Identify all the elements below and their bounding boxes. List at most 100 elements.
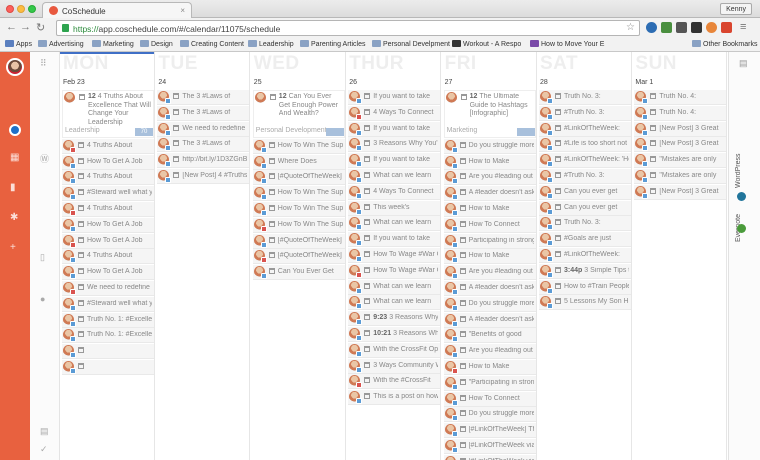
social-message-item[interactable]: Truth No. 3: — [539, 216, 631, 232]
settings-gear-icon[interactable]: ✱ — [10, 212, 18, 223]
social-message-item[interactable]: 4 Ways To Connect — [348, 105, 441, 121]
bookmark-star-icon[interactable]: ☆ — [626, 22, 635, 33]
extension-icon[interactable] — [676, 22, 687, 33]
social-message-item[interactable]: A #leader doesn't ask — [443, 186, 536, 202]
social-message-item[interactable]: If you want to take — [348, 232, 441, 248]
social-message-item[interactable]: How To Wage #War On — [348, 263, 441, 279]
bookmark-apps[interactable]: Apps — [5, 40, 32, 48]
social-message-item[interactable]: How to Make — [443, 249, 536, 265]
social-message-item[interactable]: [New Post] 4 #Truths — [157, 168, 250, 184]
day-column-fri[interactable]: FRI 27 12 The Ultimate Guide to Hashtags [I… — [442, 52, 537, 460]
zoom-window-button[interactable] — [28, 5, 36, 13]
social-message-item[interactable]: #LinkOfTheWeek: — [539, 121, 631, 137]
social-message-item[interactable]: With the CrossFit Open — [348, 342, 441, 358]
day-column-sat[interactable]: SAT 28 Truth No. 3: #Truth No. 3: #LinkOfThe… — [537, 52, 632, 460]
comment-icon[interactable]: ● — [40, 294, 45, 304]
social-message-item[interactable]: #Goals are just — [539, 232, 631, 248]
close-window-button[interactable] — [6, 5, 14, 13]
social-message-item[interactable]: How To Connect — [443, 391, 536, 407]
social-message-item[interactable]: How To Win The Super — [252, 186, 345, 202]
social-message-item[interactable]: How To Win The Super — [252, 138, 345, 154]
calendar-icon[interactable]: ▦ — [10, 152, 19, 163]
evernote-extension-icon[interactable] — [661, 22, 672, 33]
day-column-tue[interactable]: TUE 24 The 3 #Laws of The 3 #Laws of We need… — [155, 52, 251, 460]
social-message-item[interactable]: How to Make — [443, 154, 536, 170]
bookmark-personal-development[interactable]: Personal Develpment — [372, 40, 450, 48]
social-message-item[interactable]: How To Wage #War On — [348, 247, 441, 263]
social-message-item[interactable]: 3 Ways Community Will — [348, 358, 441, 374]
social-message-item[interactable]: A #leader doesn't ask — [443, 312, 536, 328]
social-message-item[interactable]: What can we learn — [348, 295, 441, 311]
social-message-item[interactable]: #Truth No. 3: — [539, 105, 631, 121]
social-message-item[interactable]: Truth No. 3: — [539, 90, 631, 105]
social-message-item[interactable]: Truth No. 1: #Excellence — [62, 312, 154, 328]
user-avatar[interactable] — [6, 58, 24, 76]
social-message-item[interactable]: How To Get A Job — [62, 265, 154, 281]
address-bar[interactable]: https://app.coschedule.com/#/calendar/11… — [56, 20, 640, 36]
social-message-item[interactable]: #Steward well what you — [62, 296, 154, 312]
social-message-item[interactable]: This is a post on how — [348, 390, 441, 406]
social-message-item[interactable]: #LinkOfTheWeek: — [539, 247, 631, 263]
social-message-item[interactable]: What can we learn — [348, 279, 441, 295]
social-message-item[interactable]: How To Win The Super — [252, 217, 345, 233]
social-message-item[interactable]: Are you #leading out of — [443, 265, 536, 281]
social-message-item[interactable]: http://bit.ly/1D3ZGnB — [157, 153, 250, 169]
social-message-item[interactable]: If you want to take — [348, 153, 441, 169]
social-message-item[interactable]: 10:21 3 Reasons Why — [348, 326, 441, 342]
social-message-item[interactable]: What can we learn — [348, 168, 441, 184]
bookmark-design[interactable]: Design — [140, 40, 173, 48]
social-message-item[interactable]: How To Get A Job — [62, 217, 154, 233]
forward-button[interactable]: → — [20, 21, 31, 33]
bookmark-creating-content[interactable]: Creating Content — [180, 40, 244, 48]
browser-menu-icon[interactable]: ≡ — [740, 21, 746, 33]
calendar-small-icon[interactable]: ▤ — [40, 426, 49, 437]
social-message-item[interactable]: [New Post] 3 Great — [634, 184, 727, 200]
social-message-item[interactable]: 4 Truths About — [62, 138, 154, 154]
social-message-item[interactable]: 3 Reasons Why You'll — [348, 137, 441, 153]
calendar-nav-active-icon[interactable] — [9, 124, 21, 136]
social-message-item[interactable]: 3:44p3 Simple Tips to — [539, 263, 631, 279]
social-message-item[interactable]: [New Post] 3 Great — [634, 121, 727, 137]
buffer-extension-icon[interactable] — [691, 22, 702, 33]
social-message-item[interactable]: Can You Ever Get — [252, 265, 345, 281]
evernote-logo-icon[interactable] — [737, 224, 746, 233]
notes-icon[interactable]: ▤ — [739, 58, 748, 69]
social-message-item[interactable]: We need to redefine — [62, 280, 154, 296]
social-message-item[interactable]: "Benefits of good — [443, 328, 536, 344]
bookmark-how-to-move[interactable]: How to Move Your E — [530, 40, 604, 48]
social-message-item[interactable]: The 3 #Laws of — [157, 105, 250, 121]
reload-button[interactable]: ↻ — [36, 21, 45, 34]
browser-tab[interactable]: CoSchedule × — [42, 2, 192, 18]
day-column-mon[interactable]: MON Feb 23 12 4 Truths About Excellence Tha… — [60, 52, 155, 460]
profile-user-button[interactable]: Kenny — [720, 3, 752, 15]
social-message-item[interactable]: 4 Truths About — [62, 249, 154, 265]
social-message-item[interactable]: 4 Truths About — [62, 170, 154, 186]
social-message-item[interactable]: Do you struggle more — [443, 138, 536, 154]
bookmark-parenting-articles[interactable]: Parenting Articles — [300, 40, 365, 48]
tab-close-icon[interactable]: × — [180, 6, 185, 15]
social-message-item[interactable] — [62, 359, 154, 375]
wordpress-icon[interactable]: Ⓦ — [40, 152, 49, 165]
eye-extension-icon[interactable] — [646, 22, 657, 33]
social-message-item[interactable]: 4 Ways To Connect — [348, 184, 441, 200]
social-message-item[interactable]: [#QuoteOfTheWeek] — [252, 170, 345, 186]
social-message-item[interactable]: How to #Train People to — [539, 279, 631, 295]
social-message-item[interactable]: 9:233 Reasons Why You'll — [348, 311, 441, 327]
document-icon[interactable]: ▯ — [40, 252, 45, 263]
day-column-sun[interactable]: SUN Mar 1 Truth No. 4: Truth No. 4: [New Pos… — [632, 52, 728, 460]
analytics-icon[interactable]: ▮ — [10, 182, 16, 193]
social-message-item[interactable]: How To Win The Super — [252, 201, 345, 217]
social-message-item[interactable]: How to Make — [443, 201, 536, 217]
add-plus-icon[interactable]: + — [10, 242, 16, 253]
blog-post-card[interactable]: 12 The Ultimate Guide to Hashtags [Infogr… — [443, 90, 536, 138]
gmail-extension-icon[interactable] — [721, 22, 732, 33]
extension-orange-icon[interactable] — [706, 22, 717, 33]
social-message-item[interactable]: What can we learn — [348, 216, 441, 232]
social-message-item[interactable]: The 3 #Laws of — [157, 137, 250, 153]
bookmark-other[interactable]: Other Bookmarks — [692, 40, 757, 48]
blog-post-card[interactable]: 12 4 Truths About Excellence That Will Ch… — [62, 90, 154, 138]
checkmark-icon[interactable]: ✓ — [40, 444, 48, 455]
social-message-item[interactable]: Are you #leading out of — [443, 170, 536, 186]
social-message-item[interactable]: Do you struggle more — [443, 407, 536, 423]
social-message-item[interactable]: "Participating in strong, — [443, 375, 536, 391]
